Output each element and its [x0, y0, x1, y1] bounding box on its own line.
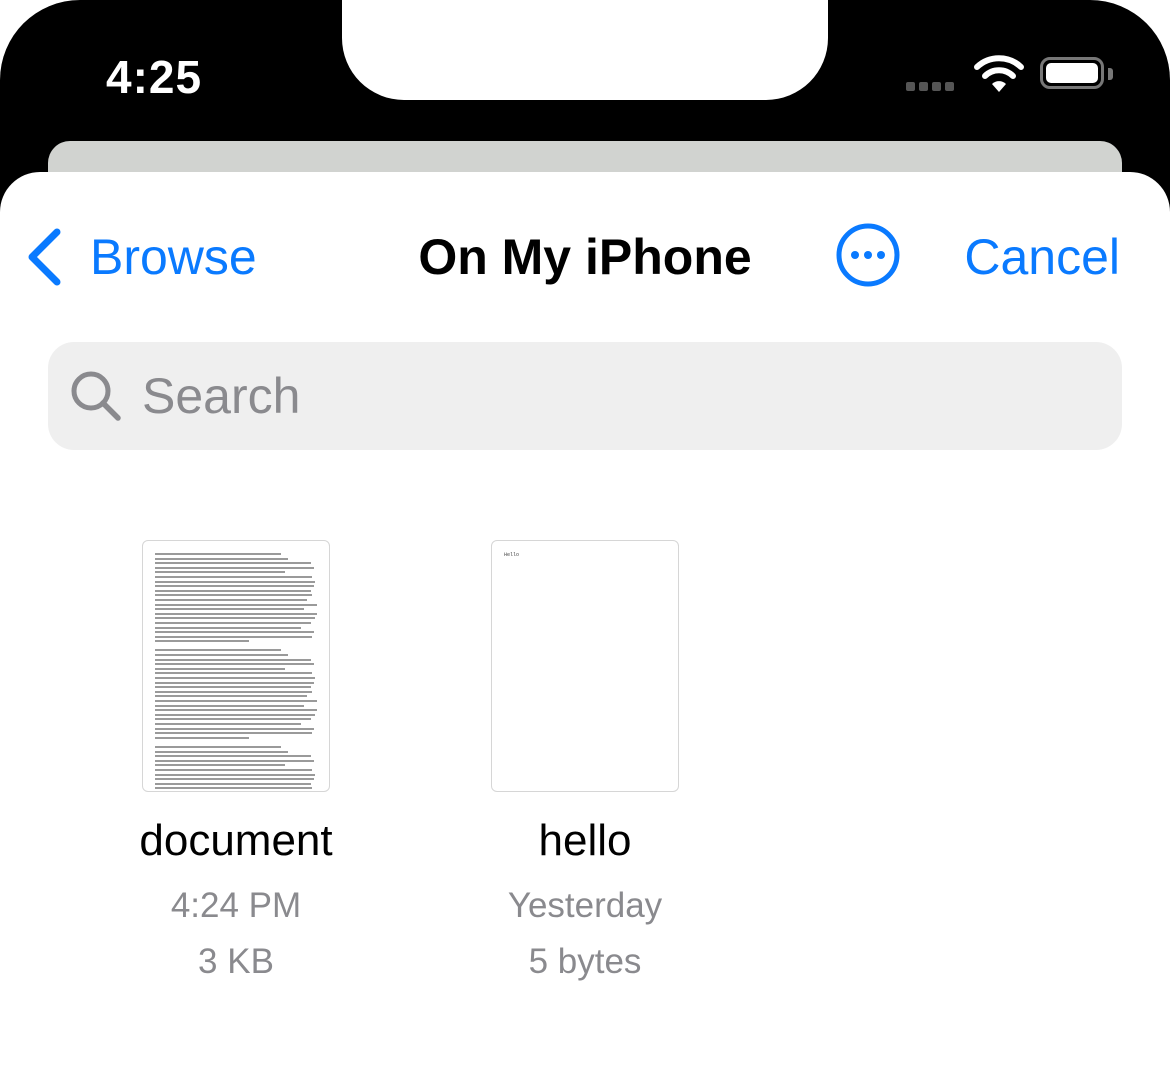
- status-time: 4:25: [106, 51, 203, 103]
- file-name: document: [139, 816, 333, 865]
- file-item-hello[interactable]: Hello hello Yesterday 5 bytes: [435, 540, 735, 990]
- document-thumbnail: [142, 540, 330, 792]
- status-bar: 4:25: [0, 0, 1170, 160]
- screen-corner-left: [0, 0, 160, 160]
- hello-preview-text: Hello: [504, 552, 520, 558]
- cellular-icon: [906, 82, 954, 91]
- search-icon: [71, 371, 121, 421]
- file-date: Yesterday: [507, 886, 663, 925]
- file-item-document[interactable]: document 4:24 PM 3 KB: [86, 540, 386, 990]
- hello-thumbnail: Hello: [491, 540, 679, 792]
- browse-back-button[interactable]: Browse: [26, 228, 257, 286]
- file-size: 5 bytes: [528, 942, 642, 981]
- file-size: 3 KB: [198, 942, 274, 981]
- battery-icon: [1040, 57, 1104, 89]
- file-date: 4:24 PM: [170, 886, 302, 925]
- search-input[interactable]: [140, 366, 1044, 426]
- battery-tip: [1108, 68, 1113, 80]
- search-bar[interactable]: [48, 342, 1122, 450]
- cancel-button[interactable]: Cancel: [964, 228, 1120, 286]
- wifi-icon: [974, 55, 1024, 92]
- chevron-left-icon: [28, 228, 61, 286]
- file-name: hello: [538, 816, 632, 865]
- ellipsis-circle-icon[interactable]: [836, 223, 900, 287]
- notch: [342, 0, 828, 100]
- browse-label: Browse: [90, 229, 257, 285]
- document-preview-lines: [155, 553, 317, 791]
- navigation-bar: Browse On My iPhone Cancel: [0, 223, 1170, 288]
- file-picker-sheet: Browse On My iPhone Cancel document 4:24…: [0, 172, 1170, 1072]
